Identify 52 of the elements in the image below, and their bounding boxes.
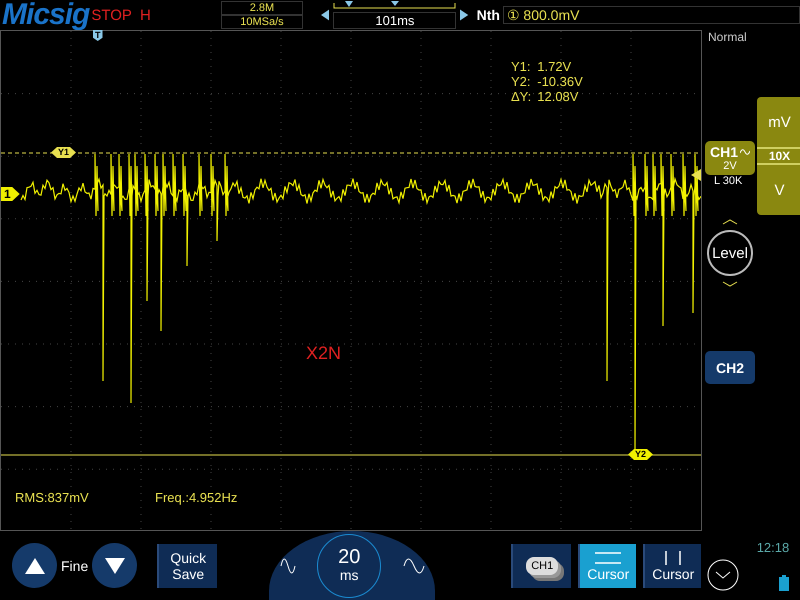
- readout-label: Y1:: [511, 59, 532, 74]
- cursor-line[interactable]: [1, 152, 701, 154]
- readout-value: -10.36V: [537, 74, 583, 89]
- up-chevron-icon[interactable]: [722, 219, 738, 225]
- probe-unit-option[interactable]: mV: [757, 97, 800, 147]
- cursor-label[interactable]: Y1: [51, 147, 76, 158]
- readout-label: Y2:: [511, 74, 532, 89]
- cursor-button[interactable]: Cursor: [643, 544, 702, 588]
- sine-wave-icon[interactable]: [280, 556, 296, 576]
- ac-coupling-icon: [740, 149, 750, 155]
- brand-logo: Micsig: [2, 0, 90, 32]
- trigger-position-marker[interactable]: T: [93, 30, 102, 41]
- trigger-mode[interactable]: Normal: [708, 30, 747, 44]
- channel-button[interactable]: CH1 2V: [705, 141, 755, 175]
- coupling-label: L 30K: [714, 175, 742, 187]
- down-triangle-icon: [104, 558, 125, 574]
- sine-wave-icon[interactable]: [402, 556, 425, 576]
- left-arrow-icon[interactable]: [321, 9, 330, 21]
- level-button[interactable]: Level: [707, 230, 753, 276]
- time-offset[interactable]: 101ms: [333, 12, 456, 29]
- run-state[interactable]: STOP: [91, 6, 132, 24]
- trigger-level-field[interactable]: ① 800.0mV: [502, 6, 800, 24]
- down-button[interactable]: [92, 543, 138, 588]
- channel-marker[interactable]: 1: [1, 187, 20, 201]
- reference-button[interactable]: CH1: [511, 544, 572, 588]
- readout-label: ΔY:: [511, 89, 532, 104]
- clock: 12:18: [756, 540, 790, 555]
- fine-label: Fine: [61, 558, 88, 574]
- horizontal-lines-icon: [593, 550, 624, 566]
- measurement-readout: Freq.:4.952Hz: [155, 490, 238, 505]
- up-triangle-icon: [24, 558, 44, 574]
- annotation-text: X2N: [306, 343, 342, 364]
- cursor-label[interactable]: Y2: [628, 449, 654, 460]
- chevron-down-icon[interactable]: [707, 559, 740, 591]
- trigger-level-icon[interactable]: [691, 169, 701, 181]
- battery-icon: [779, 575, 790, 591]
- reference-label: CH1: [526, 556, 558, 574]
- channel-button[interactable]: CH2: [705, 351, 755, 384]
- trigger-type[interactable]: Nth: [476, 7, 500, 23]
- right-arrow-icon[interactable]: [460, 9, 469, 21]
- memory-depth[interactable]: 2.8M: [220, 1, 304, 15]
- probe-unit-option[interactable]: 10X: [757, 147, 800, 165]
- measurement-readout: RMS:837mV: [15, 490, 89, 505]
- probe-unit-option[interactable]: V: [757, 165, 800, 215]
- readout-value: 12.08V: [537, 89, 580, 104]
- sample-rate[interactable]: 10MSa/s: [220, 15, 304, 29]
- down-chevron-icon[interactable]: [722, 281, 738, 287]
- quick-save-button[interactable]: Quick Save: [157, 544, 218, 588]
- readout-value: 1.72V: [537, 59, 572, 74]
- timebase-button[interactable]: 20 ms: [317, 534, 382, 598]
- hold-indicator-label: H: [140, 6, 151, 24]
- up-button[interactable]: [12, 543, 57, 588]
